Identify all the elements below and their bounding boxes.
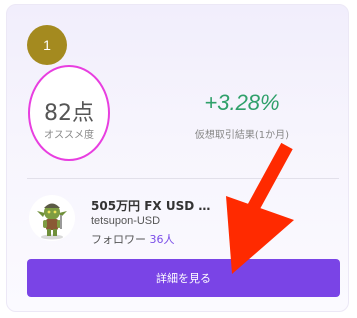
followers-count: 36人 — [149, 233, 175, 246]
followers-label: フォロワー — [91, 233, 146, 246]
plan-name[interactable]: 505万円 FX USD … — [91, 197, 210, 214]
score-ring: 82点 オススメ度 — [28, 65, 110, 161]
return-caption: 仮想取引結果(1か月) — [194, 130, 290, 141]
score-caption: オススメ度 — [44, 130, 94, 141]
goblin-character-icon — [37, 203, 67, 240]
followers: フォロワー 36人 — [91, 231, 175, 247]
user-id: tetsupon-USD — [91, 215, 161, 227]
divider — [27, 178, 339, 179]
return-value: +3.28% — [204, 90, 280, 115]
ranking-card: 1 82点 オススメ度 +3.28% 仮想取引結果(1か月) 505万円 FX … — [6, 4, 349, 312]
rank-badge: 1 — [27, 25, 67, 65]
rank-number: 1 — [43, 37, 51, 53]
score-value: 82点 — [44, 101, 94, 126]
view-details-button[interactable]: 詳細を見る — [27, 259, 340, 297]
avatar[interactable] — [29, 195, 75, 241]
